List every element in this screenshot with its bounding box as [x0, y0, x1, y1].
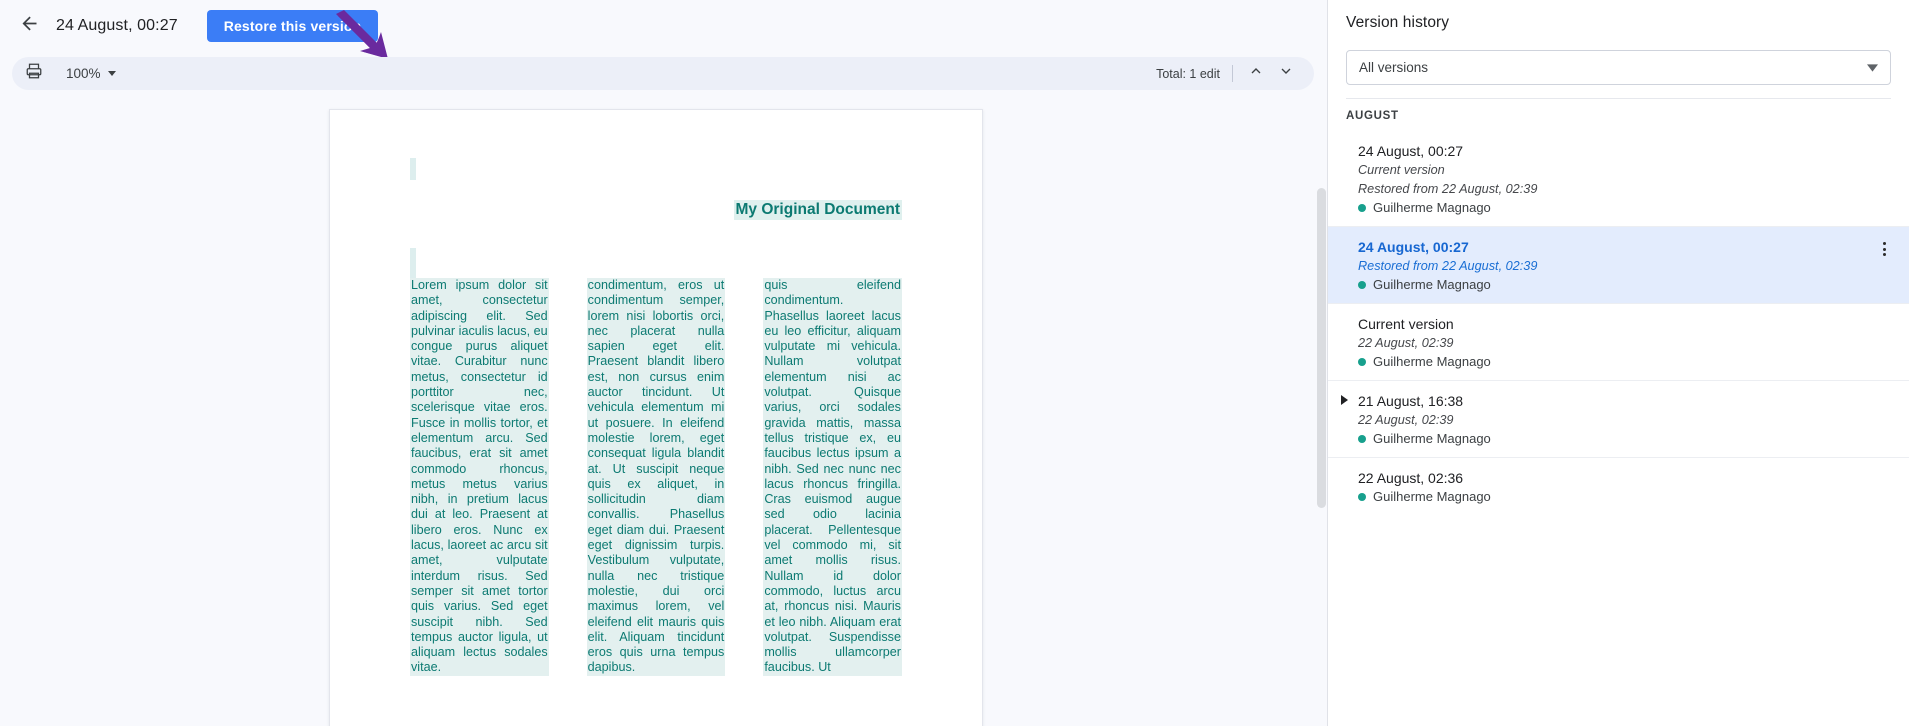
zoom-level-value: 100%: [66, 66, 101, 81]
author-color-dot: [1358, 492, 1366, 501]
kebab-dot: [1882, 253, 1886, 256]
document-content: My Original Document Lorem ipsum dolor s…: [330, 110, 982, 726]
version-list-item[interactable]: 24 August, 00:27 Current version Restore…: [1328, 131, 1909, 226]
version-history-sidebar: Version history All versions AUGUST 24 A…: [1327, 0, 1909, 726]
kebab-dot: [1882, 247, 1886, 251]
version-list-item[interactable]: Current version 22 August, 02:39 Guilher…: [1328, 303, 1909, 380]
version-item-author: Guilherme Magnago: [1358, 354, 1869, 369]
version-item-date: 22 August, 02:36: [1358, 470, 1464, 486]
version-item-date: 21 August, 16:38: [1358, 393, 1464, 409]
back-button[interactable]: [12, 9, 46, 43]
author-color-dot: [1358, 203, 1366, 212]
arrow-left-icon: [19, 13, 40, 39]
version-filter-select[interactable]: All versions: [1346, 50, 1891, 85]
toolbar-divider: [1232, 65, 1233, 82]
diff-marker-body: [410, 248, 416, 278]
version-item-subtitle-1: Current version: [1358, 163, 1445, 177]
document-canvas: My Original Document Lorem ipsum dolor s…: [0, 90, 1327, 726]
author-name-label: Guilherme Magnago: [1373, 200, 1491, 215]
document-title: My Original Document: [733, 200, 902, 220]
version-date-label: 24 August, 00:27: [56, 16, 178, 34]
document-column-1: Lorem ipsum dolor sit amet, consectetur …: [410, 278, 549, 676]
diff-marker-top: [410, 158, 416, 180]
author-name-label: Guilherme Magnago: [1373, 354, 1491, 369]
author-name-label: Guilherme Magnago: [1373, 489, 1491, 504]
version-item-author: Guilherme Magnago: [1358, 277, 1869, 292]
author-color-dot: [1358, 434, 1366, 443]
version-item-author: Guilherme Magnago: [1358, 489, 1869, 504]
document-body-columns: Lorem ipsum dolor sit amet, consectetur …: [410, 278, 902, 676]
sidebar-header: Version history All versions: [1328, 0, 1909, 99]
sidebar-title: Version history: [1346, 14, 1450, 31]
print-icon: [25, 62, 43, 85]
chevron-down-icon: [107, 71, 116, 76]
version-list-item[interactable]: 21 August, 16:38 22 August, 02:39 Guilhe…: [1328, 380, 1909, 457]
document-toolbar: 100% Total: 1 edit: [12, 57, 1314, 90]
expand-triangle-icon[interactable]: [1341, 395, 1348, 405]
kebab-dot: [1882, 242, 1886, 245]
author-name-label: Guilherme Magnago: [1373, 431, 1491, 446]
version-history-screen: 24 August, 00:27 Restore this version 10…: [0, 0, 1909, 726]
document-scrollbar[interactable]: [1317, 188, 1326, 508]
author-name-label: Guilherme Magnago: [1373, 277, 1491, 292]
version-list-item-selected[interactable]: 24 August, 00:27 Restored from 22 August…: [1328, 226, 1909, 303]
zoom-level-select[interactable]: 100%: [58, 61, 124, 87]
total-edits-label: Total: 1 edit: [1156, 66, 1220, 81]
author-color-dot: [1358, 280, 1366, 289]
version-item-date: 24 August, 00:27: [1358, 143, 1464, 159]
previous-edit-button[interactable]: [1242, 60, 1270, 88]
version-item-subtitle-1: 22 August, 02:39: [1358, 336, 1454, 350]
toolbar-right-group: Total: 1 edit: [1156, 60, 1314, 88]
version-item-more-options-button[interactable]: [1873, 238, 1895, 260]
restore-this-version-button[interactable]: Restore this version: [206, 9, 379, 42]
print-button[interactable]: [20, 60, 48, 88]
version-item-date: 24 August, 00:27: [1358, 239, 1469, 255]
version-item-date: Current version: [1358, 316, 1454, 332]
main-area: 24 August, 00:27 Restore this version 10…: [0, 0, 1327, 726]
chevron-down-icon: [1278, 63, 1294, 84]
version-list[interactable]: AUGUST 24 August, 00:27 Current version …: [1328, 99, 1909, 726]
version-item-subtitle-1: Restored from 22 August, 02:39: [1358, 259, 1538, 273]
document-title-row: My Original Document: [410, 180, 902, 220]
version-item-subtitle-2: Restored from 22 August, 02:39: [1358, 182, 1538, 196]
next-edit-button[interactable]: [1272, 60, 1300, 88]
month-group-label: AUGUST: [1346, 110, 1399, 122]
chevron-up-icon: [1248, 63, 1264, 84]
version-item-author: Guilherme Magnago: [1358, 200, 1869, 215]
version-item-author: Guilherme Magnago: [1358, 431, 1869, 446]
document-column-2: condimentum, eros ut condimentum semper,…: [586, 278, 726, 676]
top-bar: 24 August, 00:27 Restore this version: [0, 0, 1327, 51]
document-page[interactable]: My Original Document Lorem ipsum dolor s…: [329, 109, 983, 726]
version-filter-value: All versions: [1359, 60, 1429, 75]
version-item-subtitle-1: 22 August, 02:39: [1358, 413, 1454, 427]
author-color-dot: [1358, 357, 1366, 366]
chevron-down-icon: [1867, 60, 1878, 75]
version-list-item[interactable]: 22 August, 02:36 Guilherme Magnago: [1328, 457, 1909, 515]
document-column-3: quis eleifend condimentum. Phasellus lao…: [763, 278, 902, 676]
